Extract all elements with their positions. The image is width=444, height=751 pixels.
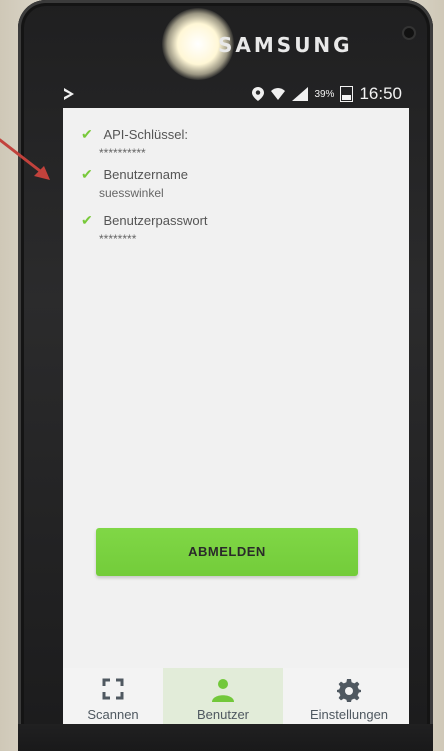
api-key-field: ✔ API-Schlüssel: **********	[81, 126, 188, 160]
api-key-value: **********	[99, 146, 146, 160]
location-icon	[252, 87, 265, 101]
annotation-arrow	[0, 138, 50, 180]
password-value: ********	[99, 232, 137, 246]
wifi-icon	[271, 88, 286, 100]
nav-tab-einstellungen[interactable]: Einstellungen	[289, 668, 409, 724]
device-brand: SAMSUNG	[218, 33, 353, 57]
nav-tab-scannen[interactable]: Scannen	[63, 668, 163, 724]
logout-button[interactable]: ABMELDEN	[96, 528, 358, 576]
check-icon: ✔	[81, 126, 93, 142]
status-time: 16:50	[359, 84, 402, 103]
check-icon: ✔	[81, 166, 93, 182]
username-label: Benutzername	[103, 167, 189, 182]
nav-label-einstellungen: Einstellungen	[309, 707, 389, 722]
password-field: ✔ Benutzerpasswort ********	[81, 212, 208, 246]
bottom-navigation: Scannen Benutzer Einstellungen	[63, 668, 409, 724]
app-screen: ✔ API-Schlüssel: ********** ✔ Benutzerna…	[63, 108, 409, 724]
front-camera	[404, 28, 414, 38]
gear-icon	[337, 679, 361, 702]
status-bar: 39% 16:50	[56, 84, 410, 106]
battery-icon	[340, 86, 354, 102]
battery-percent: 39%	[314, 88, 335, 100]
notification-flag-icon	[64, 88, 74, 100]
phone-bottom-bezel	[18, 724, 433, 751]
username-field: ✔ Benutzername suesswinkel	[81, 166, 188, 200]
nav-label-scannen: Scannen	[87, 707, 139, 722]
username-value: suesswinkel	[99, 186, 164, 200]
user-icon	[212, 679, 234, 702]
nav-label-benutzer: Benutzer	[196, 707, 250, 722]
scan-frame-icon	[102, 678, 124, 700]
signal-icon	[292, 87, 309, 101]
api-key-label: API-Schlüssel:	[103, 127, 188, 142]
password-label: Benutzerpasswort	[103, 213, 208, 228]
nav-tab-benutzer[interactable]: Benutzer	[163, 668, 283, 724]
check-icon: ✔	[81, 212, 93, 228]
